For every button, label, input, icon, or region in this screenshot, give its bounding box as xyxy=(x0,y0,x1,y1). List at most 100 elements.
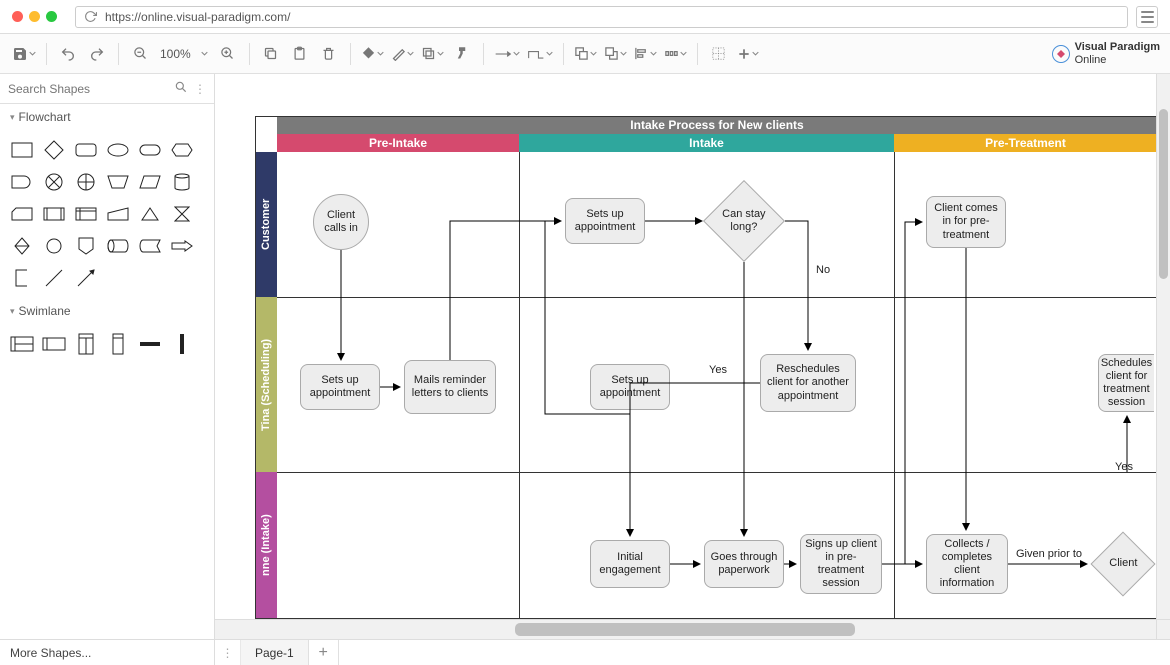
horizontal-scrollbar[interactable] xyxy=(215,619,1156,639)
node-collects-info[interactable]: Collects / completes client information xyxy=(926,534,1008,594)
menu-button[interactable] xyxy=(1136,6,1158,28)
format-painter-button[interactable] xyxy=(449,41,475,67)
shape-or[interactable] xyxy=(70,166,102,198)
shape-sort[interactable] xyxy=(6,230,38,262)
node-client-partial[interactable]: Client xyxy=(1090,531,1155,596)
maximize-window[interactable] xyxy=(46,11,57,22)
vertical-scrollbar[interactable] xyxy=(1156,74,1170,619)
lane-anne[interactable]: nne (Intake) xyxy=(255,472,277,619)
delete-button[interactable] xyxy=(316,41,342,67)
shape-database[interactable] xyxy=(166,166,198,198)
shape-hpool[interactable] xyxy=(6,328,38,360)
node-sets-up-appt-1[interactable]: Sets up appointment xyxy=(300,364,380,410)
phase-pre-intake[interactable]: Pre-Intake xyxy=(277,134,519,152)
shape-diamond[interactable] xyxy=(38,134,70,166)
node-signs-up[interactable]: Signs up client in pre-treatment session xyxy=(800,534,882,594)
diagram-title[interactable]: Intake Process for New clients xyxy=(277,116,1157,134)
address-bar[interactable]: https://online.visual-paradigm.com/ xyxy=(75,6,1128,28)
shape-predefined[interactable] xyxy=(38,198,70,230)
shape-rectangle[interactable] xyxy=(6,134,38,166)
shape-and[interactable] xyxy=(6,166,38,198)
shadow-button[interactable] xyxy=(419,41,446,67)
lane-customer[interactable]: Customer xyxy=(255,152,277,297)
shape-annotation[interactable] xyxy=(6,262,38,294)
node-can-stay-long[interactable]: Can stay long? xyxy=(703,180,785,262)
snap-button[interactable] xyxy=(706,41,732,67)
to-back-button[interactable] xyxy=(602,41,629,67)
phase-pre-treatment[interactable]: Pre-Treatment xyxy=(894,134,1157,152)
shape-offpage[interactable] xyxy=(70,230,102,262)
tab-drag-icon[interactable]: ⋮ xyxy=(215,640,241,665)
shape-hlane[interactable] xyxy=(38,328,70,360)
line-color-button[interactable] xyxy=(389,41,416,67)
save-button[interactable] xyxy=(10,41,38,67)
distribute-button[interactable] xyxy=(662,41,689,67)
edge-yes: Yes xyxy=(709,364,727,376)
section-flowchart[interactable]: Flowchart xyxy=(0,104,214,130)
paste-button[interactable] xyxy=(287,41,313,67)
page-tab-1[interactable]: Page-1 xyxy=(241,640,309,665)
node-sets-up-appt-cust[interactable]: Sets up appointment xyxy=(565,198,645,244)
zoom-out-button[interactable] xyxy=(127,41,153,67)
shape-vlane[interactable] xyxy=(102,328,134,360)
shape-vbar[interactable] xyxy=(166,328,198,360)
lane-tina[interactable]: Tina (Scheduling) xyxy=(255,297,277,472)
undo-button[interactable] xyxy=(55,41,81,67)
node-reschedules[interactable]: Reschedules client for another appointme… xyxy=(760,354,856,412)
shape-manual-input[interactable] xyxy=(102,198,134,230)
shape-search: ⋮ xyxy=(0,74,214,104)
add-page-button[interactable]: + xyxy=(309,640,339,665)
node-sets-up-appt-2[interactable]: Sets up appointment xyxy=(590,364,670,410)
shape-terminator[interactable] xyxy=(134,134,166,166)
search-menu-icon[interactable]: ⋮ xyxy=(194,82,206,96)
fill-color-button[interactable] xyxy=(359,41,386,67)
shape-manual-op[interactable] xyxy=(102,166,134,198)
shape-arrow-right[interactable] xyxy=(166,230,198,262)
shape-extract[interactable] xyxy=(134,198,166,230)
align-button[interactable] xyxy=(632,41,659,67)
minimize-window[interactable] xyxy=(29,11,40,22)
shape-rounded[interactable] xyxy=(70,134,102,166)
node-client-comes-in[interactable]: Client comes in for pre-treatment xyxy=(926,196,1006,248)
shape-stored-data[interactable] xyxy=(134,230,166,262)
node-initial-engagement[interactable]: Initial engagement xyxy=(590,540,670,588)
redo-button[interactable] xyxy=(84,41,110,67)
node-goes-paperwork[interactable]: Goes through paperwork xyxy=(704,540,784,588)
reload-icon[interactable] xyxy=(84,10,97,23)
shape-summing[interactable] xyxy=(38,166,70,198)
to-front-button[interactable] xyxy=(572,41,599,67)
shape-vpool[interactable] xyxy=(70,328,102,360)
search-shapes-input[interactable] xyxy=(8,82,168,96)
waypoint-style-button[interactable] xyxy=(525,41,555,67)
shape-line-1[interactable] xyxy=(38,262,70,294)
search-icon[interactable] xyxy=(174,80,188,97)
shape-hbar[interactable] xyxy=(134,328,166,360)
shape-connector[interactable] xyxy=(38,230,70,262)
zoom-in-button[interactable] xyxy=(215,41,241,67)
copy-button[interactable] xyxy=(258,41,284,67)
shape-card[interactable] xyxy=(6,198,38,230)
shape-internal-storage[interactable] xyxy=(70,198,102,230)
hscroll-thumb[interactable] xyxy=(515,623,855,636)
shape-data[interactable] xyxy=(134,166,166,198)
node-sched-treat[interactable]: Schedules client for treatment session xyxy=(1098,354,1154,412)
node-mails-reminder[interactable]: Mails reminder letters to clients xyxy=(404,360,496,414)
node-client-calls-in[interactable]: Client calls in xyxy=(313,194,369,250)
zoom-level[interactable]: 100% xyxy=(156,47,195,61)
section-swimlane[interactable]: Swimlane xyxy=(0,298,214,324)
canvas-area[interactable]: Intake Process for New clients Pre-Intak… xyxy=(215,74,1170,639)
more-shapes-button[interactable]: More Shapes... xyxy=(0,646,101,660)
shape-ellipse[interactable] xyxy=(102,134,134,166)
shape-direct-data[interactable] xyxy=(102,230,134,262)
close-window[interactable] xyxy=(12,11,23,22)
shape-line-2[interactable] xyxy=(70,262,102,294)
diagram-canvas[interactable]: Intake Process for New clients Pre-Intak… xyxy=(215,74,1170,639)
phase-intake[interactable]: Intake xyxy=(519,134,894,152)
vscroll-thumb[interactable] xyxy=(1159,109,1168,279)
shape-hexagon[interactable] xyxy=(166,134,198,166)
zoom-dropdown[interactable] xyxy=(198,41,212,67)
shape-collate[interactable] xyxy=(166,198,198,230)
window-controls xyxy=(12,11,57,22)
add-shape-button[interactable] xyxy=(735,41,761,67)
connection-style-button[interactable] xyxy=(492,41,522,67)
